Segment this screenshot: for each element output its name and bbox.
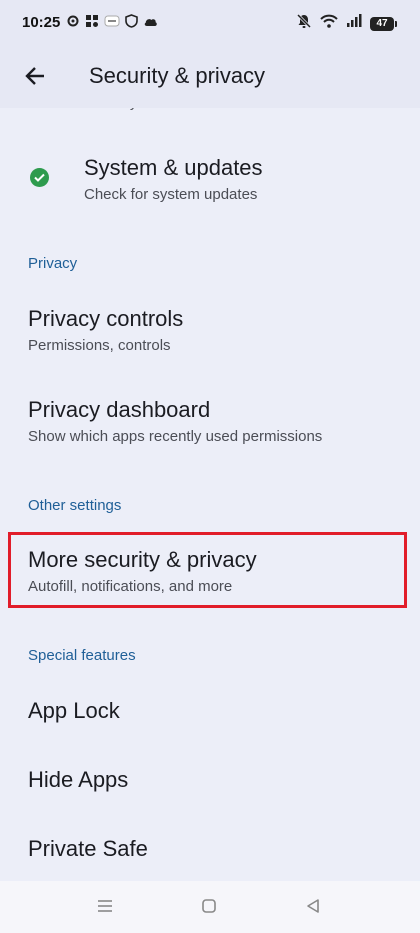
- status-bar: 10:25 47: [0, 0, 420, 48]
- hide-apps-title: Hide Apps: [28, 767, 129, 792]
- back-triangle-icon: [305, 898, 321, 919]
- grid-apps-icon: [85, 14, 99, 33]
- privacy-controls-subtitle: Permissions, controls: [28, 337, 171, 354]
- check-circle-icon: [30, 168, 49, 187]
- navigation-bar: [0, 881, 420, 933]
- recents-button[interactable]: [94, 897, 116, 919]
- other-settings-section-header: Other settings: [28, 497, 122, 514]
- shield-icon: [125, 14, 138, 33]
- wifi-icon: [320, 14, 338, 33]
- cloud-icon: [143, 15, 158, 33]
- back-arrow-icon: [24, 66, 46, 91]
- more-security-privacy-title: More security & privacy: [28, 547, 257, 572]
- home-icon: [201, 898, 217, 919]
- back-button[interactable]: [18, 61, 52, 95]
- system-updates-subtitle: Check for system updates: [84, 186, 258, 203]
- system-updates-title: System & updates: [84, 155, 263, 180]
- special-features-section-header: Special features: [28, 647, 136, 664]
- home-button[interactable]: [198, 897, 220, 919]
- status-left-icons: [66, 14, 158, 33]
- privacy-dashboard-item[interactable]: Privacy dashboard Show which apps recent…: [0, 380, 420, 458]
- privacy-controls-title: Privacy controls: [28, 306, 184, 331]
- menu-icon: [96, 898, 114, 919]
- status-right-icons: 47: [296, 13, 397, 34]
- page-title: Security & privacy: [89, 63, 266, 88]
- notification-badge-icon: [104, 14, 120, 33]
- privacy-controls-item[interactable]: Privacy controls Permissions, controls: [0, 290, 420, 368]
- private-safe-title: Private Safe: [28, 836, 148, 861]
- hide-apps-item[interactable]: Hide Apps: [0, 750, 420, 812]
- gear-icon: [66, 14, 80, 33]
- app-bar: Security & privacy: [0, 48, 420, 108]
- more-security-privacy-subtitle: Autofill, notifications, and more: [28, 578, 233, 595]
- status-time: 10:25: [22, 14, 61, 31]
- battery-icon: 47: [370, 16, 397, 31]
- security-privacy-screen: 10:25 47 Security & privacy System & upd…: [0, 0, 420, 933]
- private-safe-item[interactable]: Private Safe: [0, 820, 420, 878]
- app-lock-title: App Lock: [28, 698, 120, 723]
- system-back-button[interactable]: [302, 897, 324, 919]
- privacy-section-header: Privacy: [28, 255, 78, 272]
- bell-off-icon: [296, 13, 312, 34]
- signal-icon: [346, 14, 362, 33]
- more-security-privacy-item[interactable]: More security & privacy Autofill, notifi…: [0, 530, 420, 606]
- system-updates-item[interactable]: System & updates Check for system update…: [0, 140, 420, 220]
- privacy-dashboard-title: Privacy dashboard: [28, 397, 211, 422]
- privacy-dashboard-subtitle: Show which apps recently used permission…: [28, 428, 323, 445]
- app-lock-item[interactable]: App Lock: [0, 680, 420, 742]
